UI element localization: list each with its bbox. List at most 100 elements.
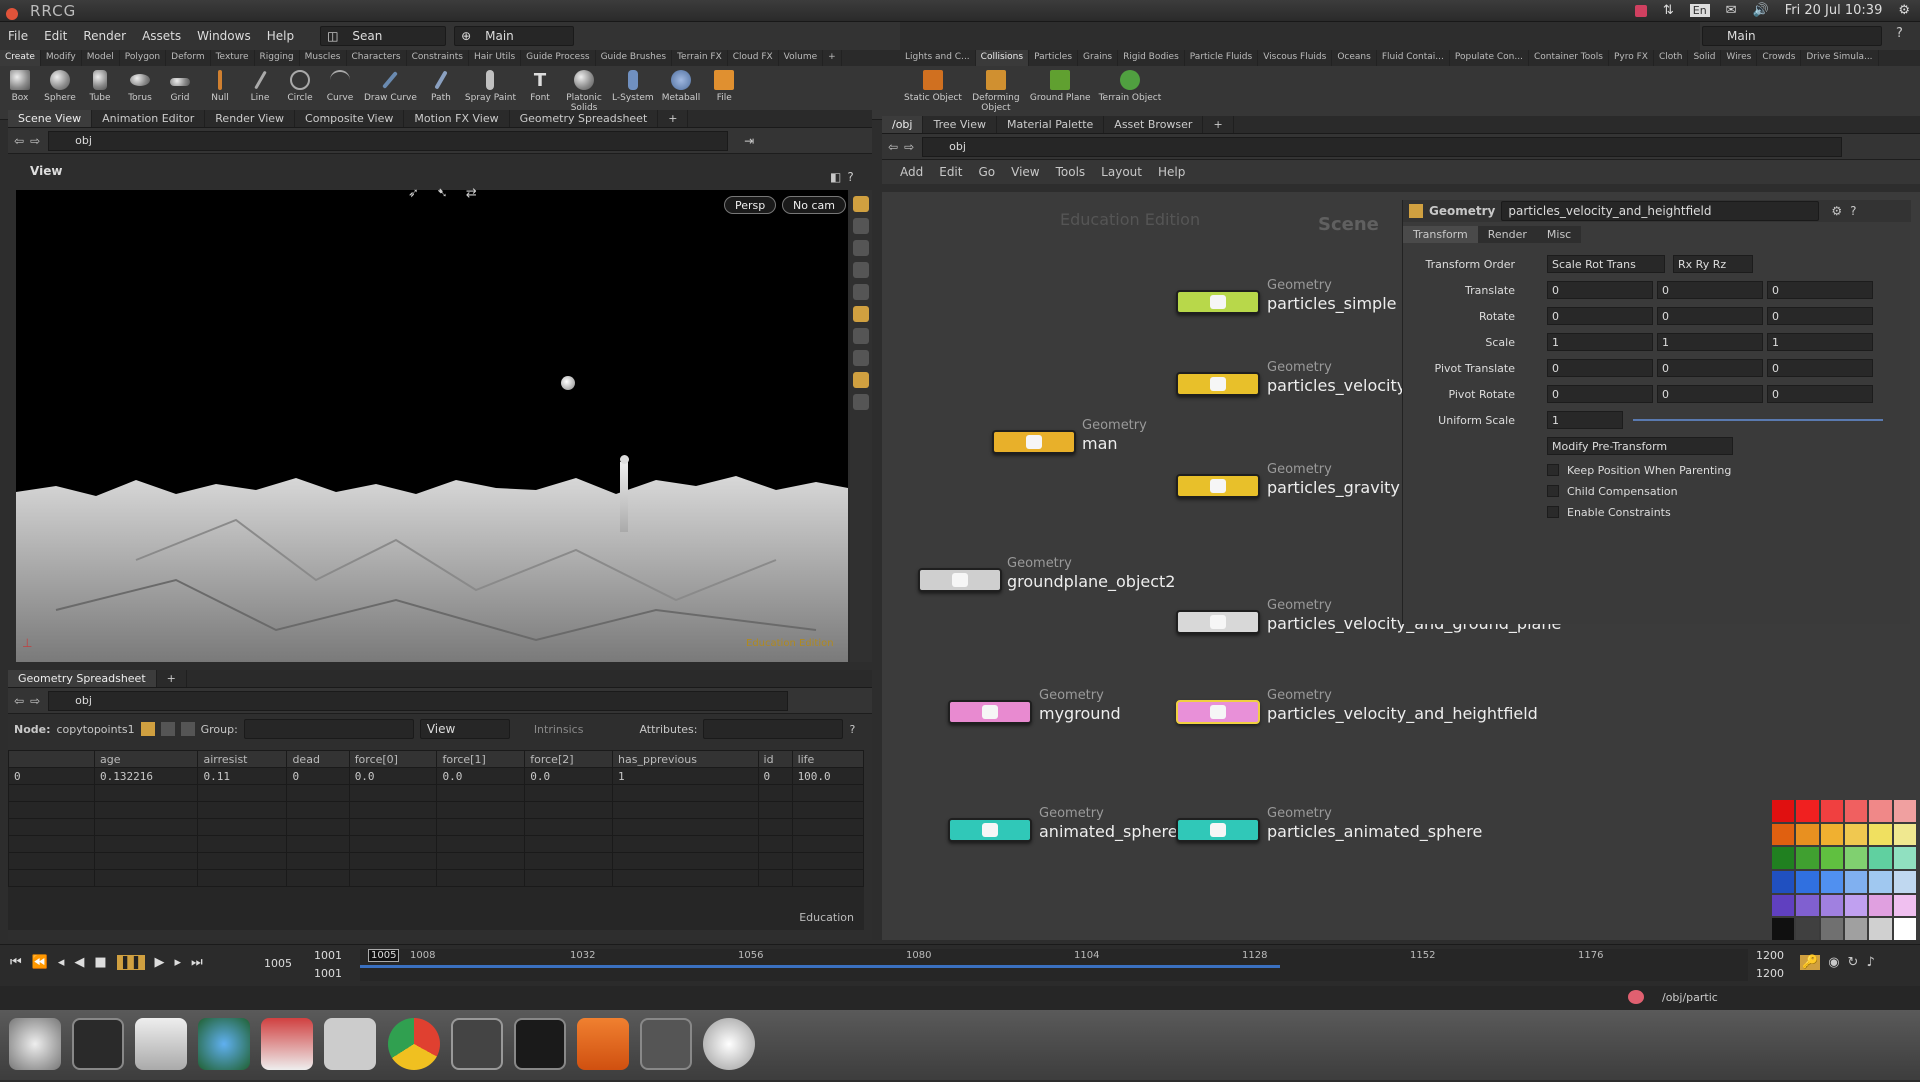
scale-y[interactable]: 1 <box>1657 333 1763 351</box>
shelf-tab[interactable]: Polygon <box>120 50 167 66</box>
shelf-tab[interactable]: Terrain FX <box>672 50 728 66</box>
desktop-selector[interactable]: ◫ Sean <box>320 26 447 46</box>
network-path-field[interactable]: obj <box>922 136 1843 157</box>
forward-icon[interactable]: ⇨ <box>30 134 40 148</box>
notification-icon[interactable] <box>1634 4 1647 17</box>
node-particles-gravity[interactable] <box>1176 474 1260 498</box>
enable-constraints-checkbox[interactable] <box>1547 506 1559 518</box>
shelf-tab[interactable]: Oceans <box>1332 50 1377 66</box>
network-menu-help[interactable]: Help <box>1158 165 1185 179</box>
menu-edit[interactable]: Edit <box>36 29 75 43</box>
animated-sphere-object[interactable] <box>561 376 575 390</box>
transform-order-dropdown[interactable]: Scale Rot Trans <box>1547 255 1665 273</box>
system-monitor-icon[interactable] <box>72 1018 125 1070</box>
uniform-scale-field[interactable]: 1 <box>1547 411 1623 429</box>
window-switcher-icon[interactable] <box>639 1018 692 1070</box>
child-compensation-checkbox[interactable] <box>1547 485 1559 497</box>
color-swatch[interactable] <box>1869 800 1892 822</box>
tab-geometry-spreadsheet[interactable]: Geometry Spreadsheet <box>510 110 659 127</box>
tool-deforming-object[interactable]: Deforming Object <box>966 66 1026 119</box>
view-dropdown[interactable]: View <box>419 719 510 739</box>
3d-viewport[interactable]: Persp No cam ⊥ Education Edition <box>16 190 848 662</box>
color-swatch[interactable] <box>1869 870 1892 893</box>
color-swatch[interactable] <box>1820 847 1843 869</box>
context-selector[interactable]: ⊕ Main <box>454 26 575 46</box>
color-swatch[interactable] <box>1796 894 1819 917</box>
shelf-tab[interactable]: Collisions <box>975 50 1030 66</box>
color-swatch[interactable] <box>1772 894 1795 917</box>
select-tool-icon[interactable]: ➶ <box>408 186 419 201</box>
modify-pre-transform-dropdown[interactable]: Modify Pre-Transform <box>1547 437 1733 455</box>
light-icon[interactable] <box>853 262 869 278</box>
shelf-tab[interactable]: Muscles <box>300 50 347 66</box>
color-swatch[interactable] <box>1772 847 1795 869</box>
color-swatch[interactable] <box>1869 918 1892 940</box>
color-swatch[interactable] <box>1772 918 1795 940</box>
snap-icon[interactable] <box>853 196 869 212</box>
pivot-translate-x[interactable]: 0 <box>1547 359 1653 377</box>
color-swatch[interactable] <box>1845 800 1868 822</box>
end-frame-2[interactable]: 1200 <box>1756 967 1784 980</box>
audio-icon[interactable]: ♪ <box>1866 955 1874 970</box>
shelf-tab[interactable]: Viscous Fluids <box>1258 50 1333 66</box>
node-name-field[interactable]: particles_velocity_and_heightfield <box>1501 201 1820 221</box>
node-myground[interactable] <box>948 700 1032 724</box>
color-swatch[interactable] <box>1820 918 1843 940</box>
shelf-tab[interactable]: Lights and C... <box>900 50 976 66</box>
column-header[interactable]: force[1] <box>436 750 526 768</box>
node-groundplane-object2[interactable] <box>918 568 1002 592</box>
network-menu-layout[interactable]: Layout <box>1101 165 1142 179</box>
file-manager-icon[interactable] <box>135 1018 188 1070</box>
lock-icon[interactable] <box>853 240 869 256</box>
browser-globe-icon[interactable] <box>198 1018 251 1070</box>
viewport-view-label[interactable]: View <box>30 164 62 178</box>
color-swatch[interactable] <box>1845 847 1868 869</box>
shelf-tab[interactable]: Cloth <box>1654 50 1689 66</box>
pivot-translate-z[interactable]: 0 <box>1767 359 1873 377</box>
add-tab-icon[interactable]: + <box>157 670 187 687</box>
color-swatch[interactable] <box>1772 870 1795 893</box>
points-mode-icon[interactable] <box>140 722 155 736</box>
jump-start-icon[interactable]: ⏮ <box>10 955 22 970</box>
keep-position-checkbox[interactable] <box>1547 464 1559 476</box>
handle-tool-icon[interactable]: ➷ <box>437 186 448 201</box>
prev-frame-icon[interactable]: ◂ <box>58 955 65 970</box>
attributes-field[interactable] <box>703 719 844 739</box>
color-swatch[interactable] <box>1820 823 1843 846</box>
column-header[interactable]: life <box>791 750 865 768</box>
shelf-tab[interactable]: Texture <box>211 50 255 66</box>
tab-asset-browser[interactable]: Asset Browser <box>1104 116 1204 133</box>
camera-button[interactable]: No cam <box>782 196 846 214</box>
system-settings-icon[interactable] <box>9 1018 61 1070</box>
rotate-z[interactable]: 0 <box>1767 307 1873 325</box>
translate-z[interactable]: 0 <box>1767 281 1873 299</box>
color-swatch[interactable] <box>1820 800 1843 822</box>
column-header[interactable] <box>8 750 95 768</box>
color-swatch[interactable] <box>1869 894 1892 917</box>
realtime-icon[interactable]: ◉ <box>1828 955 1839 970</box>
color-swatch[interactable] <box>1893 800 1916 822</box>
video-editor-icon[interactable] <box>450 1018 503 1070</box>
shelf-tab[interactable]: Characters <box>347 50 407 66</box>
network-menu-add[interactable]: Add <box>900 165 923 179</box>
shelf-tab[interactable]: Cloud FX <box>728 50 779 66</box>
dvd-icon[interactable] <box>703 1018 756 1070</box>
shelf-tab[interactable]: Particle Fluids <box>1185 50 1259 66</box>
shelf-tab[interactable]: Wires <box>1721 50 1758 66</box>
pin-icon[interactable]: ⇥ <box>744 134 754 148</box>
scale-x[interactable]: 1 <box>1547 333 1653 351</box>
translate-x[interactable]: 0 <box>1547 281 1653 299</box>
color-swatch[interactable] <box>1820 894 1843 917</box>
language-indicator[interactable]: En <box>1689 4 1710 17</box>
stop-icon[interactable]: ■ <box>94 955 106 970</box>
network-icon[interactable]: ⇅ <box>1663 3 1674 18</box>
tab-material-palette[interactable]: Material Palette <box>997 116 1105 133</box>
color-swatch[interactable] <box>1893 918 1916 940</box>
color-swatch[interactable] <box>1869 823 1892 846</box>
display-icon[interactable] <box>853 306 869 322</box>
color-swatch[interactable] <box>1820 870 1843 893</box>
back-icon[interactable]: ⇦ <box>14 694 24 708</box>
shelf-tab[interactable]: Hair Utils <box>469 50 522 66</box>
guides-icon[interactable] <box>853 372 869 388</box>
man-figure-object[interactable] <box>620 462 628 532</box>
